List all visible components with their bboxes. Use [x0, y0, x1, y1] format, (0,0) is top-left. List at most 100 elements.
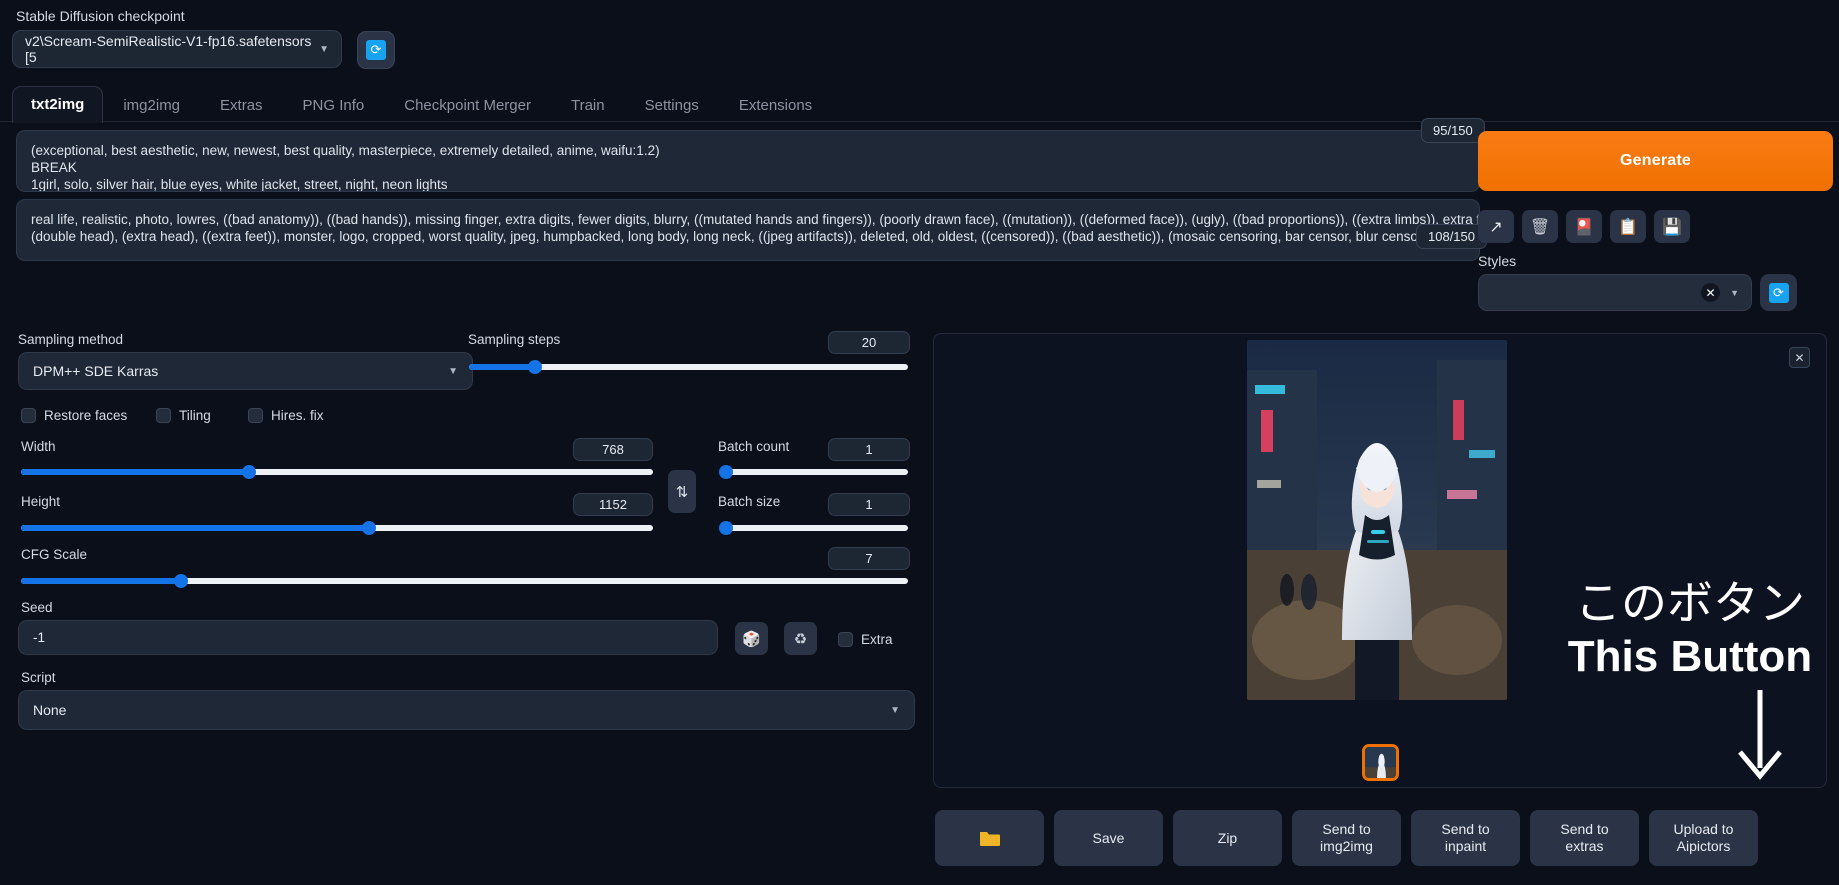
overlay-japanese-text: このボタン: [1575, 576, 1805, 630]
batch-size-value[interactable]: 1: [828, 493, 910, 516]
seed-input[interactable]: -1: [18, 620, 718, 655]
send-to-inpaint-button[interactable]: Send to inpaint: [1411, 810, 1520, 866]
negative-token-counter: 108/150: [1416, 224, 1487, 249]
checkpoint-refresh-button[interactable]: ⟳: [357, 31, 395, 69]
chevron-down-icon: ▼: [448, 365, 458, 377]
script-label: Script: [21, 670, 56, 685]
batch-size-label: Batch size: [718, 494, 781, 509]
zip-button[interactable]: Zip: [1173, 810, 1282, 866]
send-to-img2img-button[interactable]: Send to img2img: [1292, 810, 1401, 866]
tab-extensions[interactable]: Extensions: [719, 88, 832, 123]
styles-label: Styles: [1478, 253, 1517, 269]
positive-prompt-line-1: (exceptional, best aesthetic, new, newes…: [31, 143, 660, 158]
checkbox-box: [21, 408, 36, 423]
close-icon[interactable]: ✕: [1701, 283, 1721, 302]
hires-fix-checkbox[interactable]: Hires. fix: [248, 408, 324, 423]
positive-prompt-line-2: BREAK: [31, 160, 77, 175]
save-style-icon[interactable]: 💾: [1654, 210, 1690, 243]
script-dropdown[interactable]: None ▼: [18, 690, 915, 730]
checkbox-box: [838, 632, 853, 647]
btn-label: Send to inpaint: [1441, 821, 1490, 854]
arrow-restore-icon[interactable]: ↗: [1478, 210, 1514, 243]
height-slider[interactable]: [21, 521, 653, 535]
script-value: None: [33, 702, 67, 718]
styles-dropdown[interactable]: ✕ ▼: [1478, 274, 1752, 311]
chevron-down-icon: ▼: [890, 704, 900, 716]
checkpoint-value: v2\Scream-SemiRealistic-V1-fp16.safetens…: [25, 33, 312, 65]
negative-prompt-line-1: real life, realistic, photo, lowres, ((b…: [31, 212, 1480, 227]
height-label: Height: [21, 494, 61, 509]
positive-prompt-line-3: 1girl, solo, silver hair, blue eyes, whi…: [31, 177, 448, 192]
cfg-scale-value[interactable]: 7: [828, 547, 910, 570]
chevron-down-icon: ▼: [1730, 287, 1739, 298]
extra-networks-icon[interactable]: 🎴: [1566, 210, 1602, 243]
save-button[interactable]: Save: [1054, 810, 1163, 866]
hires-fix-label: Hires. fix: [271, 408, 324, 423]
dice-icon[interactable]: 🎲: [735, 622, 768, 655]
tab-checkpoint-merger[interactable]: Checkpoint Merger: [384, 88, 551, 123]
sampling-method-dropdown[interactable]: DPM++ SDE Karras ▼: [18, 352, 473, 390]
checkpoint-label: Stable Diffusion checkpoint: [16, 8, 185, 24]
arrow-down-icon: [1730, 690, 1790, 782]
refresh-icon: ⟳: [366, 40, 386, 60]
positive-prompt-input[interactable]: (exceptional, best aesthetic, new, newes…: [16, 130, 1480, 192]
width-label: Width: [21, 439, 56, 454]
recycle-icon[interactable]: ♻: [784, 622, 817, 655]
sampling-method-value: DPM++ SDE Karras: [33, 363, 159, 379]
cfg-scale-slider[interactable]: [21, 574, 908, 588]
tab-settings[interactable]: Settings: [625, 88, 719, 123]
overlay-english-text: This Button: [1567, 632, 1813, 681]
tiling-checkbox[interactable]: Tiling: [156, 408, 211, 423]
tiling-label: Tiling: [179, 408, 211, 423]
checkbox-box: [156, 408, 171, 423]
generate-button[interactable]: Generate: [1478, 131, 1833, 191]
folder-icon: [979, 832, 1000, 846]
batch-count-label: Batch count: [718, 439, 790, 454]
result-action-buttons: Save Zip Send to img2img Send to inpaint…: [935, 810, 1758, 866]
open-folder-button[interactable]: [935, 810, 1044, 866]
sampling-steps-label: Sampling steps: [468, 332, 561, 347]
width-slider[interactable]: [21, 465, 653, 479]
apply-style-icon[interactable]: 📋: [1610, 210, 1646, 243]
generated-image-preview[interactable]: [1247, 340, 1507, 700]
checkbox-box: [248, 408, 263, 423]
batch-count-slider[interactable]: [719, 465, 908, 479]
chevron-down-icon: ▼: [319, 43, 329, 55]
tab-extras[interactable]: Extras: [200, 88, 283, 123]
positive-token-counter: 95/150: [1421, 118, 1485, 143]
btn-label: Send to extras: [1560, 821, 1609, 854]
restore-faces-checkbox[interactable]: Restore faces: [21, 408, 127, 423]
seed-label: Seed: [21, 600, 53, 615]
upload-to-aipictors-button[interactable]: Upload to Aipictors: [1649, 810, 1758, 866]
close-icon[interactable]: ✕: [1789, 347, 1810, 368]
trash-icon[interactable]: 🗑: [1522, 210, 1558, 243]
tab-png-info[interactable]: PNG Info: [283, 88, 385, 123]
cfg-scale-label: CFG Scale: [21, 547, 88, 562]
width-value[interactable]: 768: [573, 438, 653, 461]
btn-label: Send to img2img: [1320, 821, 1373, 854]
prompt-tools: ↗ 🗑 🎴 📋 💾: [1478, 210, 1690, 243]
btn-label: Upload to Aipictors: [1673, 821, 1734, 854]
extra-label: Extra: [861, 632, 893, 647]
negative-prompt-input[interactable]: real life, realistic, photo, lowres, ((b…: [16, 199, 1480, 261]
styles-refresh-button[interactable]: ⟳: [1760, 274, 1797, 311]
send-to-extras-button[interactable]: Send to extras: [1530, 810, 1639, 866]
sampling-method-label: Sampling method: [18, 332, 124, 347]
batch-count-value[interactable]: 1: [828, 438, 910, 461]
restore-faces-label: Restore faces: [44, 408, 128, 423]
negative-prompt-line-2: (double head), (extra head), ((extra fee…: [31, 229, 1427, 244]
main-tabs: txt2img img2img Extras PNG Info Checkpoi…: [12, 86, 832, 123]
tab-img2img[interactable]: img2img: [103, 88, 200, 123]
gallery-thumbnail[interactable]: [1362, 744, 1399, 781]
sampling-steps-value[interactable]: 20: [828, 331, 910, 354]
height-value[interactable]: 1152: [573, 493, 653, 516]
batch-size-slider[interactable]: [719, 521, 908, 535]
swap-dimensions-button[interactable]: ⇅: [668, 470, 696, 513]
checkpoint-dropdown[interactable]: v2\Scream-SemiRealistic-V1-fp16.safetens…: [12, 30, 342, 68]
tab-train[interactable]: Train: [551, 88, 625, 123]
stable-diffusion-webui: Stable Diffusion checkpoint v2\Scream-Se…: [0, 0, 1839, 885]
sampling-steps-slider[interactable]: [469, 360, 908, 374]
extra-seed-checkbox[interactable]: Extra: [838, 632, 893, 647]
tab-txt2img[interactable]: txt2img: [12, 86, 104, 123]
refresh-icon: ⟳: [1768, 282, 1789, 303]
